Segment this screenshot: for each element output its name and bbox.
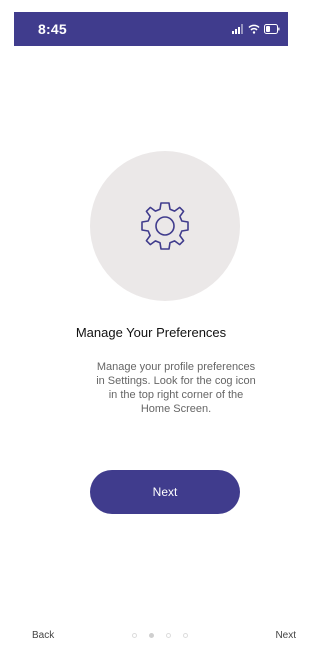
description-text: Manage your profile preferences in Setti…	[96, 361, 256, 415]
page-dot	[166, 633, 171, 638]
page-dot	[132, 633, 137, 638]
next-link[interactable]: Next	[275, 630, 296, 641]
next-button[interactable]: Next	[90, 470, 240, 514]
footer-nav: Back Next	[0, 630, 302, 646]
status-icons	[232, 23, 280, 35]
page-title: Manage Your Preferences	[75, 325, 227, 340]
page-dot-active	[149, 633, 154, 638]
illustration-circle	[90, 151, 240, 301]
battery-icon	[264, 24, 280, 34]
page-dot	[183, 633, 188, 638]
back-link[interactable]: Back	[32, 630, 54, 641]
status-time: 8:45	[38, 21, 67, 37]
status-bar: 8:45	[14, 12, 288, 46]
page-indicator	[132, 633, 188, 638]
wifi-icon	[248, 24, 260, 34]
signal-icon	[232, 24, 244, 34]
onboarding-screen: 8:45 Manage Your Preferences Manage your…	[0, 0, 302, 648]
